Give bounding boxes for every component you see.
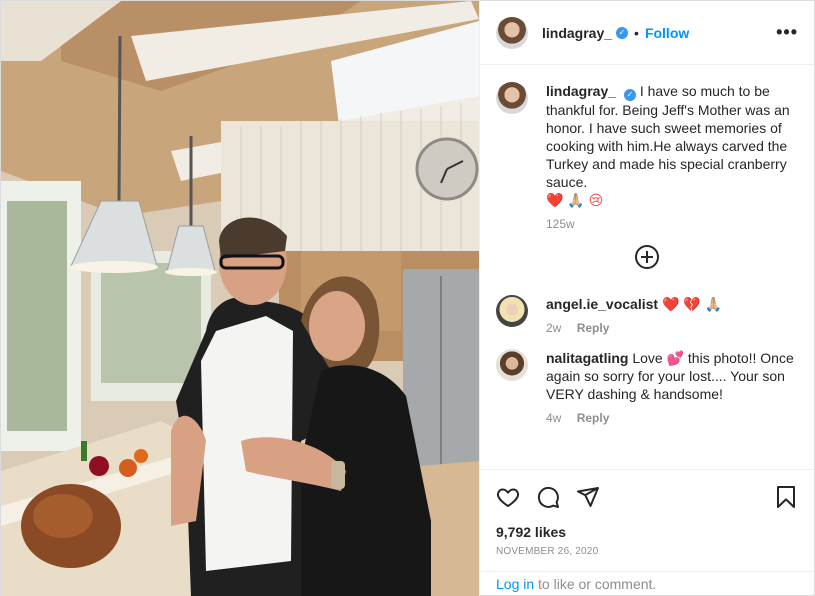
verified-badge-icon: ✓ xyxy=(623,89,636,101)
comment-meta: 2w Reply xyxy=(546,321,796,335)
login-prompt-text: to like or comment. xyxy=(534,576,657,592)
reply-button[interactable]: Reply xyxy=(577,411,610,425)
follow-button[interactable]: Follow xyxy=(645,25,689,41)
comment-item: nalitagatling Love 💕 this photo!! Once a… xyxy=(496,349,798,425)
caption-text: I have so much to be thankful for. Being… xyxy=(546,83,790,190)
bookmark-icon[interactable] xyxy=(774,485,798,509)
comment-time[interactable]: 4w xyxy=(546,411,561,425)
caption-time[interactable]: 125w xyxy=(546,217,575,231)
post-sidebar: lindagray_ ✓ • Follow ••• lindagray_ ✓ I… xyxy=(479,1,814,596)
caption-text-block: lindagray_ ✓ I have so much to be thankf… xyxy=(546,82,796,209)
caption-emoji: ❤️ 🙏🏼 😢 xyxy=(546,192,604,208)
verified-badge-icon: ✓ xyxy=(616,26,629,39)
commenter-username[interactable]: angel.ie_vocalist xyxy=(546,296,658,312)
comment-icon[interactable] xyxy=(536,485,560,509)
commenter-username[interactable]: nalitagatling xyxy=(546,350,628,366)
more-options-icon[interactable]: ••• xyxy=(776,22,798,43)
reply-button[interactable]: Reply xyxy=(577,321,610,335)
load-more-comments-icon[interactable] xyxy=(635,245,659,269)
author-username[interactable]: lindagray_ xyxy=(542,25,612,41)
load-more-comments xyxy=(496,245,798,269)
author-avatar[interactable] xyxy=(496,16,528,49)
comment-text: ❤️ 💔 🙏🏼 xyxy=(661,296,723,312)
post-actions-section: 9,792 likes NOVEMBER 26, 2020 xyxy=(480,469,814,557)
comment-time[interactable]: 2w xyxy=(546,321,561,335)
instagram-post: lindagray_ ✓ • Follow ••• lindagray_ ✓ I… xyxy=(0,0,815,596)
comment-text-block: angel.ie_vocalist ❤️ 💔 🙏🏼 xyxy=(546,295,796,313)
post-photo[interactable] xyxy=(1,1,479,596)
comment-meta: 4w Reply xyxy=(546,411,796,425)
comments-list: lindagray_ ✓ I have so much to be thankf… xyxy=(480,66,814,469)
comment-item: angel.ie_vocalist ❤️ 💔 🙏🏼 2w Reply xyxy=(496,295,798,335)
login-link[interactable]: Log in xyxy=(496,576,534,592)
commenter-avatar[interactable] xyxy=(496,295,528,327)
separator-dot: • xyxy=(634,24,639,41)
likes-count[interactable]: 9,792 likes xyxy=(496,524,798,540)
post-date[interactable]: NOVEMBER 26, 2020 xyxy=(496,546,798,557)
post-header: lindagray_ ✓ • Follow ••• xyxy=(480,1,814,65)
share-icon[interactable] xyxy=(576,485,600,509)
caption-author-avatar[interactable] xyxy=(496,82,528,114)
caption-username[interactable]: lindagray_ xyxy=(546,83,616,99)
caption: lindagray_ ✓ I have so much to be thankf… xyxy=(496,82,798,231)
commenter-avatar[interactable] xyxy=(496,349,528,381)
action-bar xyxy=(496,470,798,524)
comment-text-block: nalitagatling Love 💕 this photo!! Once a… xyxy=(546,349,796,403)
heart-icon[interactable] xyxy=(496,485,520,509)
caption-meta: 125w xyxy=(546,217,796,231)
login-prompt: Log in to like or comment. xyxy=(480,571,814,596)
